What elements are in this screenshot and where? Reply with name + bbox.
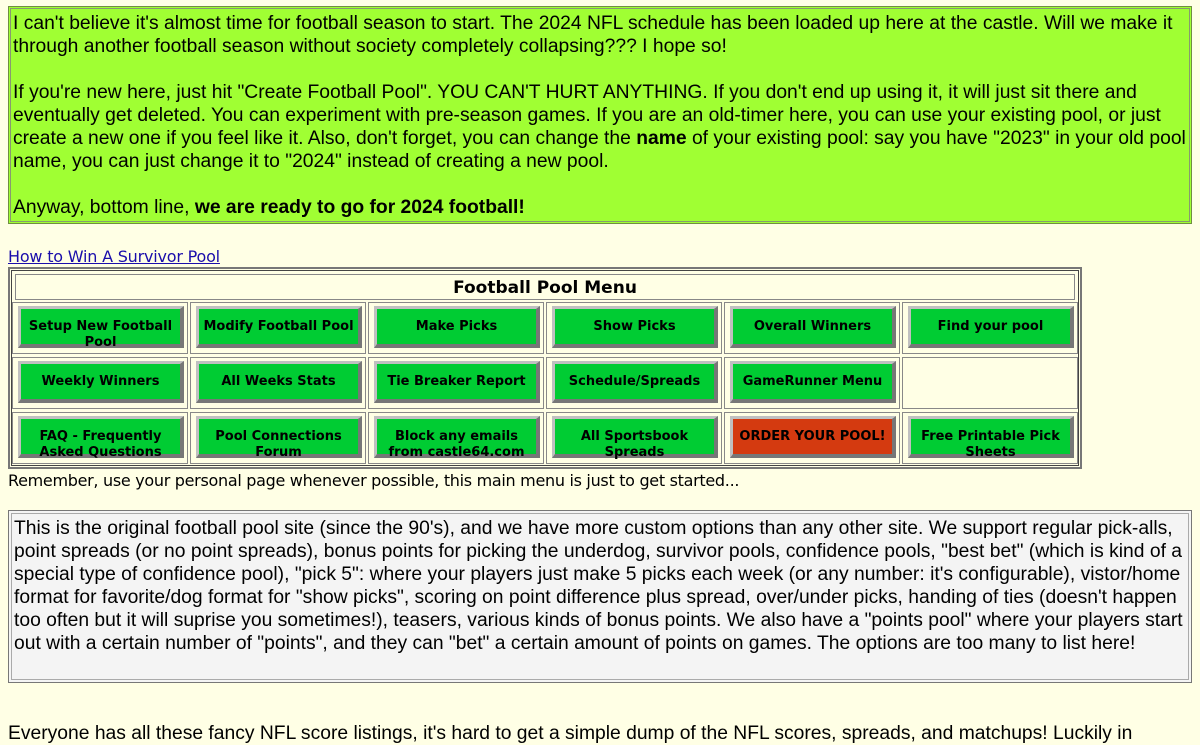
remember-note: Remember, use your personal page wheneve… (8, 471, 740, 490)
menu-cell (902, 357, 1078, 409)
weekly-winners-button[interactable]: Weekly Winners (18, 361, 184, 403)
order-your-pool-button[interactable]: ORDER YOUR POOL! (730, 416, 896, 458)
menu-cell: Schedule/Spreads (546, 357, 722, 409)
modify-football-pool-button[interactable]: Modify Football Pool (196, 306, 362, 348)
menu-cell: Show Picks (546, 302, 722, 354)
intro-paragraph-1: I can't believe it's almost time for foo… (13, 13, 1173, 57)
intro-announcement-box: I can't believe it's almost time for foo… (8, 6, 1192, 224)
menu-cell: Modify Football Pool (190, 302, 366, 354)
intro-paragraph-2: If you're new here, just hit "Create Foo… (13, 81, 1186, 173)
intro-p3-text: Anyway, bottom line, (13, 197, 195, 218)
tie-breaker-report-button[interactable]: Tie Breaker Report (374, 361, 540, 403)
all-weeks-stats-button[interactable]: All Weeks Stats (196, 361, 362, 403)
all-sportsbook-spreads-button[interactable]: All Sportsbook Spreads (552, 416, 718, 460)
gamerunner-menu-button[interactable]: GameRunner Menu (730, 361, 896, 403)
intro-p2-bold: name (636, 128, 687, 149)
menu-cell: Make Picks (368, 302, 544, 354)
menu-cell: ORDER YOUR POOL! (724, 412, 900, 464)
block-any-emails-from-castle64-com-button[interactable]: Block any emails from castle64.com (374, 416, 540, 460)
menu-title: Football Pool Menu (15, 274, 1075, 300)
intro-p3-bold: we are ready to go for 2024 football! (194, 197, 525, 218)
free-printable-pick-sheets-button[interactable]: Free Printable Pick Sheets (908, 416, 1074, 460)
overall-winners-button[interactable]: Overall Winners (730, 306, 896, 348)
menu-cell: Setup New Football Pool (12, 302, 188, 354)
menu-cell: FAQ - Frequently Asked Questions (12, 412, 188, 464)
menu-cell: Block any emails from castle64.com (368, 412, 544, 464)
scores-intro-text: Everyone has all these fancy NFL score l… (8, 723, 1133, 744)
menu-cell: Tie Breaker Report (368, 357, 544, 409)
show-picks-button[interactable]: Show Picks (552, 306, 718, 348)
survivor-pool-link[interactable]: How to Win A Survivor Pool (8, 247, 220, 266)
menu-cell: Pool Connections Forum (190, 412, 366, 464)
options-description-text: This is the original football pool site … (14, 518, 1183, 654)
menu-cell: Weekly Winners (12, 357, 188, 409)
find-your-pool-button[interactable]: Find your pool (908, 306, 1074, 348)
options-description-box: This is the original football pool site … (8, 510, 1192, 683)
menu-cell: Free Printable Pick Sheets (902, 412, 1078, 464)
football-pool-menu: Football Pool Menu Setup New Football Po… (8, 267, 1082, 469)
intro-paragraph-3: Anyway, bottom line, we are ready to go … (13, 196, 1186, 219)
menu-cell: GameRunner Menu (724, 357, 900, 409)
menu-cell: Overall Winners (724, 302, 900, 354)
make-picks-button[interactable]: Make Picks (374, 306, 540, 348)
menu-cell: Find your pool (902, 302, 1078, 354)
schedule-spreads-button[interactable]: Schedule/Spreads (552, 361, 718, 403)
setup-new-football-pool-button[interactable]: Setup New Football Pool (18, 306, 184, 350)
menu-cell: All Sportsbook Spreads (546, 412, 722, 464)
pool-connections-forum-button[interactable]: Pool Connections Forum (196, 416, 362, 460)
faq-frequently-asked-questions-button[interactable]: FAQ - Frequently Asked Questions (18, 416, 184, 460)
menu-cell: All Weeks Stats (190, 357, 366, 409)
